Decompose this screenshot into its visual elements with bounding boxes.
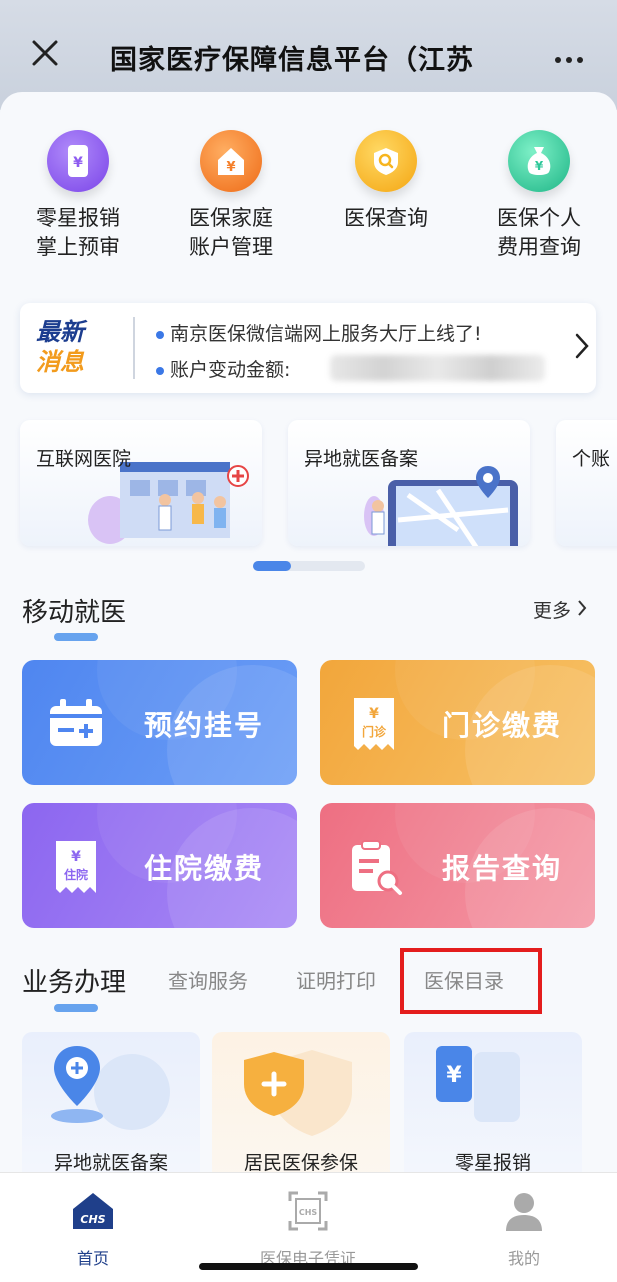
quick-action-personal-expense[interactable]: ¥ 医保个人 费用查询 (469, 130, 609, 262)
user-icon (506, 1193, 542, 1231)
page-title: 国家医疗保障信息平台（江苏 (110, 45, 474, 76)
location-plus-icon (51, 1046, 170, 1130)
svg-text:CHS: CHS (80, 1213, 105, 1226)
appointment-icon (50, 699, 102, 746)
close-icon[interactable] (28, 36, 62, 70)
tile-report-query[interactable]: 报告查询 (320, 803, 595, 928)
chevron-right-icon[interactable] (575, 333, 589, 366)
more-link[interactable]: 更多 (533, 596, 587, 623)
banner-remote-registration[interactable]: 异地就医备案 (288, 420, 530, 546)
news-ticker[interactable]: 最新 消息 南京医保微信端网上服务大厅上线了! 账户变动金额: (20, 303, 596, 393)
tab-certificate-print[interactable]: 证明打印 (296, 965, 376, 994)
outpatient-bill-icon: ¥ 门诊 (354, 698, 394, 750)
shield-plus-icon (244, 1050, 352, 1136)
tile-label: 门诊缴费 (442, 709, 563, 742)
nav-home[interactable]: CHS 首页 (13, 1187, 173, 1269)
news-item[interactable]: 账户变动金额: (156, 355, 290, 382)
nav-e-voucher[interactable]: CHS 医保电子凭证 (228, 1187, 388, 1269)
highlight-box (400, 948, 542, 1014)
banner-personal-account[interactable]: 个账 (556, 420, 617, 546)
tile-outpatient-payment[interactable]: ¥ 门诊 门诊缴费 (320, 660, 595, 785)
tab-query-services[interactable]: 查询服务 (168, 965, 248, 994)
service-resident-insurance[interactable]: 居民医保参保 (212, 1032, 390, 1182)
quick-action-label: 医保查询 (344, 206, 428, 230)
money-bag-icon: ¥ (508, 130, 570, 192)
svg-text:¥: ¥ (71, 849, 81, 865)
quick-action-family-account[interactable]: ¥ 医保家庭 账户管理 (161, 130, 301, 262)
svg-text:¥: ¥ (535, 159, 544, 173)
section-underline (54, 1004, 98, 1012)
service-remote-registration[interactable]: 异地就医备案 (22, 1032, 200, 1182)
quick-action-label: 医保家庭 账户管理 (189, 206, 273, 259)
tile-label: 预约挂号 (144, 709, 265, 742)
svg-text:¥: ¥ (73, 155, 83, 171)
svg-text:¥: ¥ (226, 160, 235, 175)
carousel-indicator (253, 561, 365, 571)
tile-label: 报告查询 (442, 852, 563, 885)
tile-label: 住院缴费 (144, 852, 265, 885)
chevron-right-icon (578, 600, 587, 616)
more-link-label: 更多 (533, 600, 572, 622)
service-label: 异地就医备案 (53, 1152, 168, 1174)
news-item[interactable]: 南京医保微信端网上服务大厅上线了! (156, 319, 482, 346)
section-title-mobile-medical: 移动就医 (22, 598, 127, 628)
svg-text:CHS: CHS (299, 1208, 318, 1217)
news-badge-line2: 消息 (36, 348, 84, 376)
home-indicator (199, 1263, 418, 1270)
tile-inpatient-payment[interactable]: ¥ 住院 住院缴费 (22, 803, 297, 928)
search-badge-icon (355, 130, 417, 192)
banner-label: 互联网医院 (36, 448, 132, 470)
quick-action-petty-claim[interactable]: ¥ 零星报销 掌上预审 (8, 130, 148, 262)
svg-text:住院: 住院 (64, 867, 88, 882)
report-search-icon (352, 840, 402, 895)
service-label: 居民医保参保 (243, 1152, 358, 1174)
home-chs-icon: CHS (73, 1193, 113, 1229)
news-badge: 最新 消息 (36, 317, 106, 379)
phone-yen-icon: ¥ (436, 1046, 520, 1122)
tile-appointment[interactable]: 预约挂号 (22, 660, 297, 785)
nav-label: 我的 (507, 1249, 540, 1268)
quick-action-label: 零星报销 掌上预审 (36, 206, 120, 259)
quick-action-insurance-query[interactable]: 医保查询 (316, 130, 456, 233)
svg-text:¥: ¥ (446, 1063, 462, 1088)
qr-code-icon: CHS (288, 1191, 328, 1231)
quick-actions: ¥ 零星报销 掌上预审 ¥ 医保家庭 账户管理 医保查询 ¥ 医保个人 费用查询 (0, 130, 617, 280)
redacted-amount (330, 355, 545, 381)
inpatient-bill-icon: ¥ 住院 (56, 841, 96, 893)
service-label: 零星报销 (454, 1152, 531, 1174)
news-badge-line1: 最新 (36, 318, 84, 346)
nav-mine[interactable]: 我的 (444, 1187, 604, 1269)
more-dots-icon[interactable] (555, 48, 591, 63)
banner-internet-hospital[interactable]: 互联网医院 (20, 420, 262, 546)
nav-label: 首页 (76, 1249, 109, 1268)
svg-text:门诊: 门诊 (362, 724, 387, 739)
house-yen-icon: ¥ (200, 130, 262, 192)
service-petty-claim[interactable]: ¥ 零星报销 (404, 1032, 582, 1182)
quick-action-label: 医保个人 费用查询 (497, 206, 581, 259)
svg-text:¥: ¥ (369, 706, 379, 722)
banner-label: 个账 (572, 448, 611, 470)
section-title-business: 业务办理 (22, 968, 127, 998)
phone-yen-icon: ¥ (47, 130, 109, 192)
banner-label: 异地就医备案 (304, 448, 419, 470)
news-divider (133, 317, 135, 379)
carousel-indicator-active (253, 561, 291, 571)
section-underline (54, 633, 98, 641)
